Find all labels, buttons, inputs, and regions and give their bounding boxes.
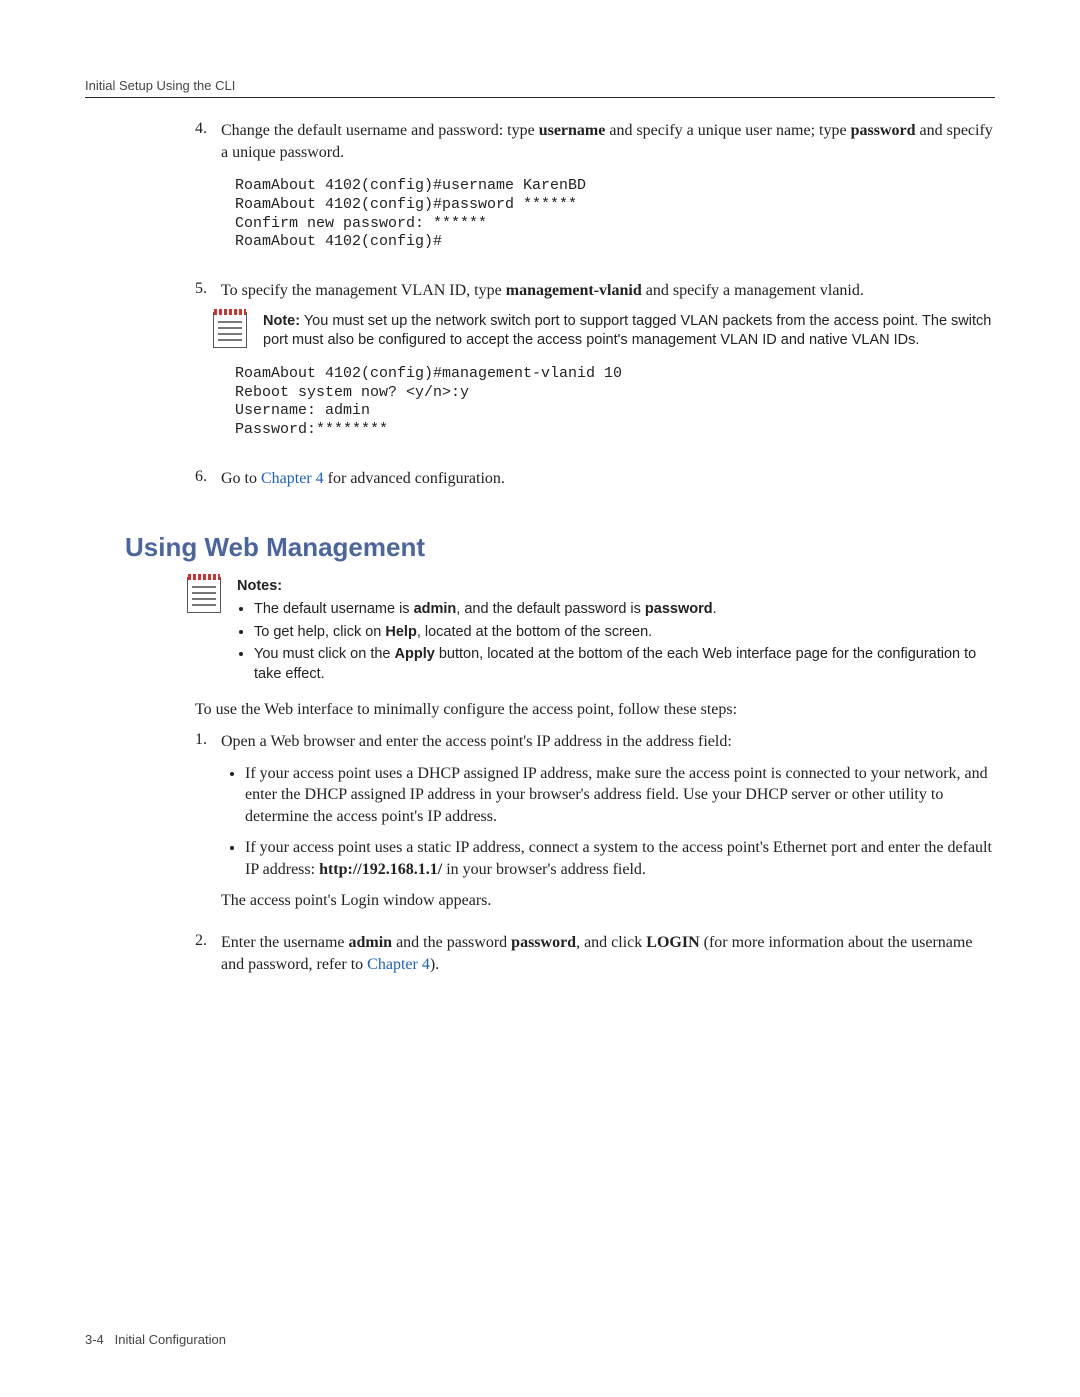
step-5: 5. To specify the management VLAN ID, ty… xyxy=(195,280,995,458)
notes-item-1: The default username is admin, and the d… xyxy=(254,600,995,620)
note-block-1: Note: You must set up the network switch… xyxy=(213,312,995,351)
step-4: 4. Change the default username and passw… xyxy=(195,120,995,270)
keyword-ip-url: http://192.168.1.1/ xyxy=(319,861,442,878)
keyword-admin: admin xyxy=(414,601,457,617)
keyword-password: password xyxy=(511,934,576,951)
header-rule xyxy=(85,97,995,98)
keyword-apply: Apply xyxy=(395,646,435,662)
notes-label: Notes: xyxy=(237,577,995,597)
text: You must click on the xyxy=(254,646,395,662)
web-step-1-tail: The access point's Login window appears. xyxy=(221,890,995,912)
intro-paragraph: To use the Web interface to minimally co… xyxy=(195,699,995,721)
bullet-dhcp: If your access point uses a DHCP assigne… xyxy=(245,763,995,828)
step-4-text: Change the default username and password… xyxy=(221,120,995,163)
text: , and the default password is xyxy=(456,601,645,617)
notes-item-2: To get help, click on Help, located at t… xyxy=(254,623,995,643)
notes-list: The default username is admin, and the d… xyxy=(237,600,995,684)
step-number: 5. xyxy=(195,280,221,298)
text: ). xyxy=(430,956,439,973)
text: for advanced configuration. xyxy=(324,470,505,487)
keyword-password: password xyxy=(851,122,916,139)
notes-item-3: You must click on the Apply button, loca… xyxy=(254,645,995,684)
keyword-management-vlanid: management-vlanid xyxy=(506,282,642,299)
notes-block-2: Notes: The default username is admin, an… xyxy=(187,577,995,688)
keyword-login: LOGIN xyxy=(646,934,699,951)
text: , located at the bottom of the screen. xyxy=(417,624,652,640)
running-header: Initial Setup Using the CLI xyxy=(85,78,995,93)
text: Go to xyxy=(221,470,261,487)
step-6-text: Go to Chapter 4 for advanced configurati… xyxy=(221,468,995,490)
text: and specify a unique user name; type xyxy=(605,122,850,139)
web-step-1-text: Open a Web browser and enter the access … xyxy=(221,731,995,753)
link-chapter-4[interactable]: Chapter 4 xyxy=(367,956,430,973)
code-block-1: RoamAbout 4102(config)#username KarenBD … xyxy=(235,177,995,252)
text: and the password xyxy=(392,934,511,951)
step-number: 2. xyxy=(195,932,221,950)
text: . xyxy=(713,601,717,617)
text: To specify the management VLAN ID, type xyxy=(221,282,506,299)
keyword-help: Help xyxy=(385,624,416,640)
footer-section-title: Initial Configuration xyxy=(115,1332,226,1347)
text: The default username is xyxy=(254,601,414,617)
note-text: You must set up the network switch port … xyxy=(263,313,991,349)
notepad-icon xyxy=(213,312,247,348)
text: Enter the username xyxy=(221,934,349,951)
text: To get help, click on xyxy=(254,624,385,640)
text: Change the default username and password… xyxy=(221,122,539,139)
keyword-password: password xyxy=(645,601,713,617)
step-number: 6. xyxy=(195,468,221,486)
notepad-icon xyxy=(187,577,221,613)
heading-using-web-management: Using Web Management xyxy=(125,532,995,563)
code-block-2: RoamAbout 4102(config)#management-vlanid… xyxy=(235,365,995,440)
text: and specify a management vlanid. xyxy=(642,282,864,299)
page-footer: 3-4 Initial Configuration xyxy=(85,1332,226,1347)
text: in your browser's address field. xyxy=(442,861,646,878)
web-step-1-bullets: If your access point uses a DHCP assigne… xyxy=(221,763,995,881)
step-number: 4. xyxy=(195,120,221,138)
keyword-admin: admin xyxy=(349,934,393,951)
link-chapter-4[interactable]: Chapter 4 xyxy=(261,470,324,487)
step-number: 1. xyxy=(195,731,221,749)
page-number: 3-4 xyxy=(85,1332,104,1347)
note-label: Note: xyxy=(263,313,300,329)
text: , and click xyxy=(576,934,646,951)
step-5-text: To specify the management VLAN ID, type … xyxy=(221,280,995,302)
web-step-2-text: Enter the username admin and the passwor… xyxy=(221,932,995,975)
web-step-2: 2. Enter the username admin and the pass… xyxy=(195,932,995,985)
step-6: 6. Go to Chapter 4 for advanced configur… xyxy=(195,468,995,500)
bullet-static-ip: If your access point uses a static IP ad… xyxy=(245,837,995,880)
note-1-body: Note: You must set up the network switch… xyxy=(263,312,995,351)
web-step-1: 1. Open a Web browser and enter the acce… xyxy=(195,731,995,922)
keyword-username: username xyxy=(539,122,606,139)
